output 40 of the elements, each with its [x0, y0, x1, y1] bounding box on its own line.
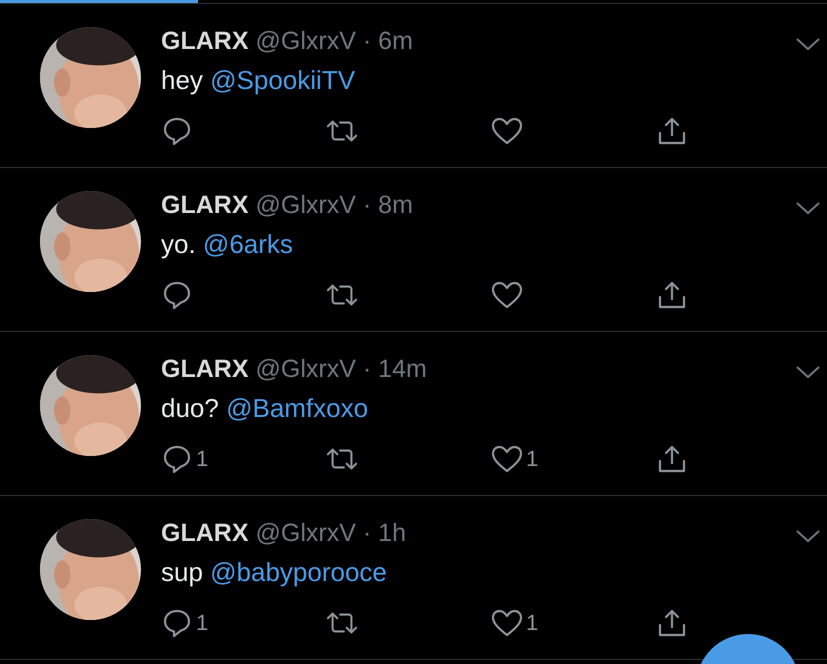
timestamp: · 6m: [362, 27, 413, 56]
reply-count: 1: [196, 446, 208, 472]
reply-count: 1: [196, 610, 208, 636]
reply-icon[interactable]: [161, 608, 193, 638]
share-icon[interactable]: [656, 280, 688, 310]
handle: @GlxrxV: [256, 191, 356, 220]
mention-link[interactable]: @6arks: [202, 229, 293, 259]
tweet-text: sup @babyporooce: [161, 557, 388, 588]
chevron-down-icon[interactable]: [795, 529, 821, 543]
chevron-down-icon[interactable]: [795, 201, 821, 215]
reply-icon[interactable]: [161, 444, 193, 474]
timestamp: · 8m: [362, 191, 413, 220]
handle: @GlxrxV: [256, 27, 356, 56]
handle: @GlxrxV: [256, 519, 356, 548]
share-icon[interactable]: [656, 608, 688, 638]
display-name: GLARX: [161, 191, 248, 220]
chevron-down-icon[interactable]: [795, 37, 821, 51]
mention-link[interactable]: @Bamfxoxo: [226, 393, 368, 423]
chevron-down-icon[interactable]: [795, 365, 821, 379]
heart-icon[interactable]: [491, 608, 523, 638]
heart-icon[interactable]: [491, 116, 523, 146]
heart-icon[interactable]: [491, 280, 523, 310]
reply-icon[interactable]: [161, 280, 193, 310]
reply-icon[interactable]: [161, 116, 193, 146]
tweet-text: hey @SpookiiTV: [161, 65, 356, 96]
display-name: GLARX: [161, 27, 248, 56]
like-count: 1: [526, 610, 538, 636]
tweet-text: yo. @6arks: [161, 229, 294, 260]
timestamp: · 14m: [362, 355, 427, 384]
mention-link[interactable]: @babyporooce: [210, 557, 387, 587]
display-name: GLARX: [161, 355, 248, 384]
share-icon[interactable]: [656, 444, 688, 474]
heart-icon[interactable]: [491, 444, 523, 474]
tweet-text: duo? @Bamfxoxo: [161, 393, 370, 424]
share-icon[interactable]: [656, 116, 688, 146]
display-name: GLARX: [161, 519, 248, 548]
mention-link[interactable]: @SpookiiTV: [210, 65, 356, 95]
handle: @GlxrxV: [256, 355, 356, 384]
like-count: 1: [526, 446, 538, 472]
timestamp: · 1h: [362, 519, 406, 548]
